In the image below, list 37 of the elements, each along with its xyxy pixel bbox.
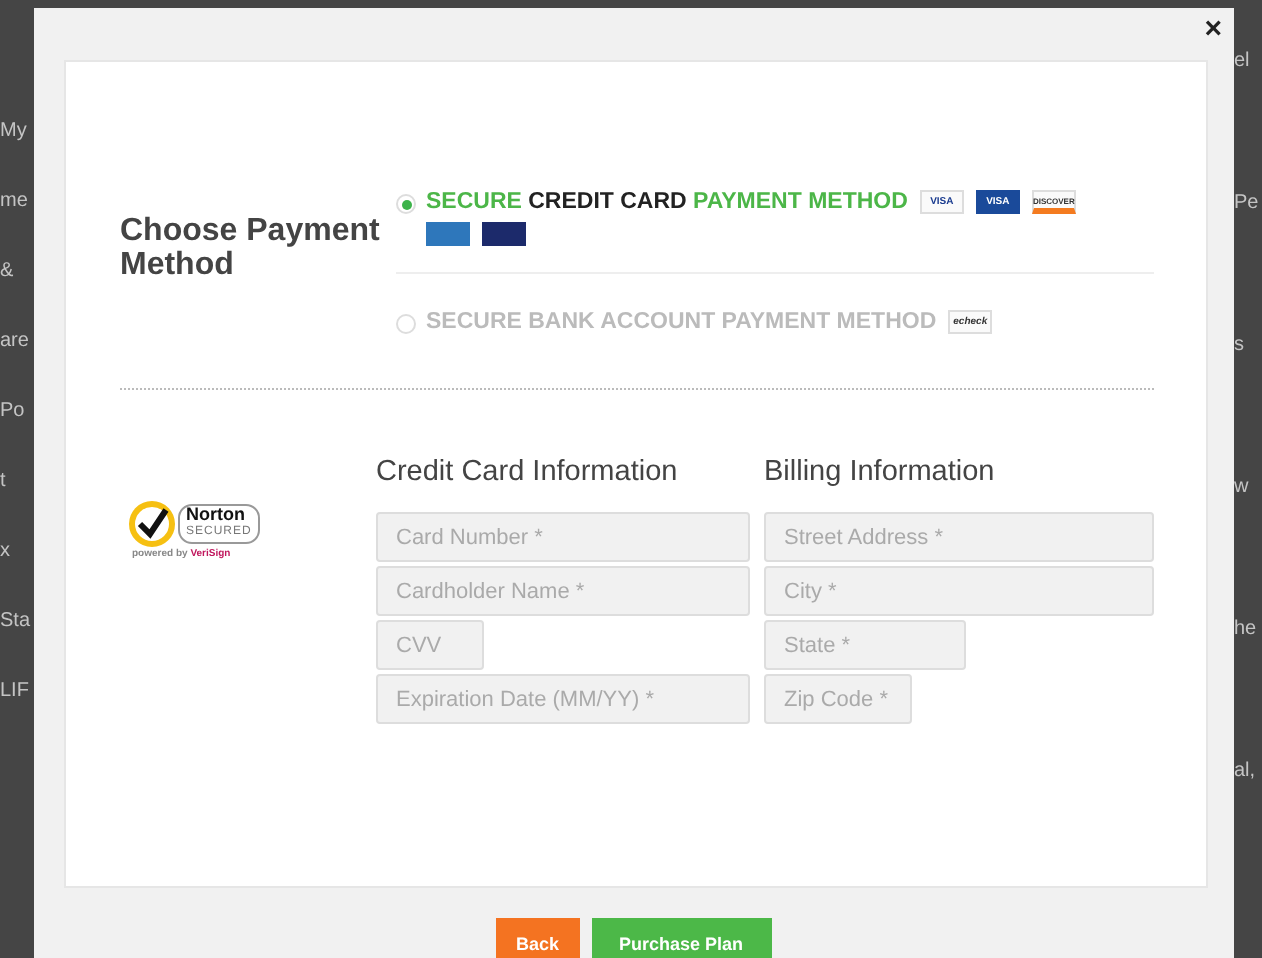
input-field[interactable]: City *: [764, 566, 1154, 616]
back-button[interactable]: Back: [496, 918, 580, 958]
input-field[interactable]: CVV: [376, 620, 484, 670]
background-text: are: [0, 330, 29, 352]
background-text: s: [1234, 334, 1244, 356]
background-text: x: [0, 540, 10, 562]
checkmark-seal-icon: [128, 500, 176, 548]
input-field[interactable]: Cardholder Name *: [376, 566, 750, 616]
card-logo-icon: [482, 222, 526, 246]
background-text: &: [0, 260, 14, 282]
background-text: me: [0, 190, 28, 212]
background-text: Po: [0, 400, 25, 422]
background-text: LIF: [0, 680, 29, 702]
background-text: t: [0, 470, 6, 492]
payment-method-label[interactable]: SECURE CREDIT CARD PAYMENT METHOD: [426, 190, 908, 214]
input-field[interactable]: Expiration Date (MM/YY) *: [376, 674, 750, 724]
radio-button[interactable]: [396, 194, 416, 214]
purchase-button[interactable]: Purchase Plan: [591, 918, 772, 958]
background-text: w: [1234, 476, 1249, 498]
input-field[interactable]: Zip Code *: [764, 674, 912, 724]
background-text: My: [0, 120, 27, 142]
payment-method-label[interactable]: SECURE BANK ACCOUNT PAYMENT METHOD: [426, 310, 937, 334]
form-section-title: Credit Card Information: [376, 456, 680, 488]
background-text: Pe: [1234, 192, 1259, 214]
background-text: he: [1234, 618, 1257, 640]
card-logo-icon: [426, 222, 470, 246]
background-text: el: [1234, 50, 1250, 72]
background-text: al,: [1234, 760, 1256, 782]
form-section-title: Billing Information: [764, 456, 997, 488]
background-text: Sta: [0, 610, 31, 632]
input-field[interactable]: Card Number *: [376, 512, 750, 562]
section-heading: Choose Payment Method: [120, 214, 382, 286]
close-button[interactable]: ×: [1200, 14, 1226, 46]
radio-button[interactable]: [396, 314, 416, 334]
input-field[interactable]: Street Address *: [764, 512, 1154, 562]
seal-brand: Norton: [186, 506, 247, 524]
input-field[interactable]: State *: [764, 620, 966, 670]
